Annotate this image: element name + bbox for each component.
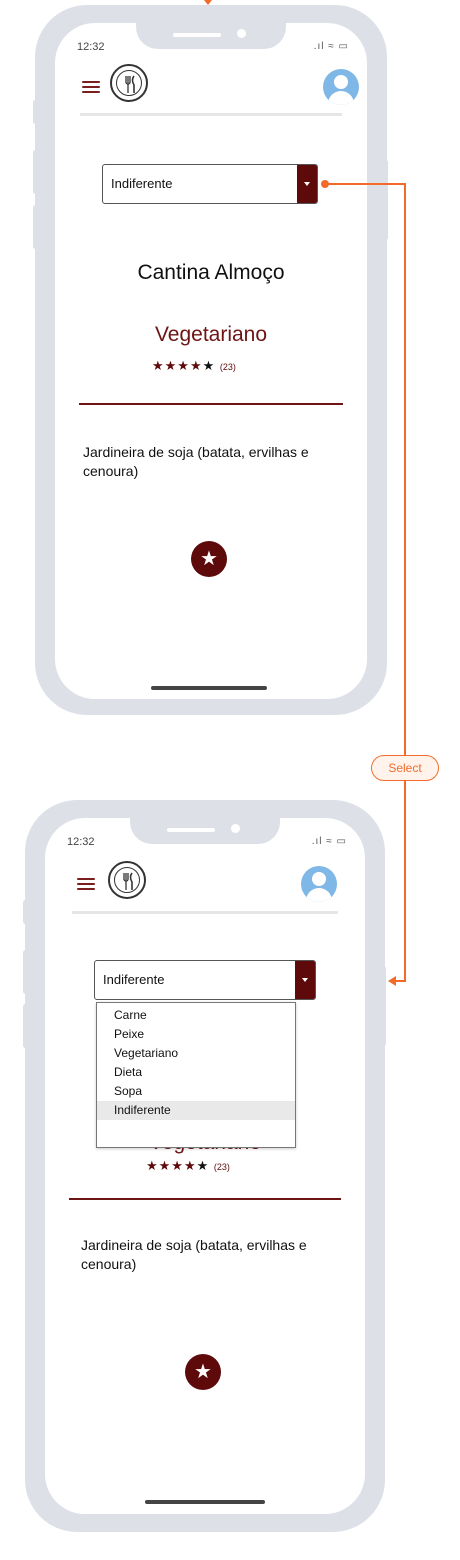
cutlery-icon bbox=[114, 867, 140, 893]
phone-screen-2: 12:32 .ıl ≈ ▭ Vegetariano ★★★★★ (23) Ind… bbox=[45, 818, 365, 1514]
dropdown-caret-icon[interactable] bbox=[295, 961, 315, 999]
home-indicator bbox=[151, 686, 267, 690]
favorite-star-icon[interactable]: ★ bbox=[185, 1354, 221, 1390]
meal-description: Jardineira de soja (batata, ervilhas e c… bbox=[83, 444, 309, 479]
rating-star-icon: ★ bbox=[196, 1158, 210, 1173]
speaker-grille bbox=[167, 828, 215, 832]
dropdown-option[interactable]: Dieta bbox=[97, 1063, 295, 1082]
cantina-logo bbox=[110, 64, 148, 102]
avatar-icon[interactable] bbox=[301, 866, 337, 902]
header-divider bbox=[72, 911, 338, 914]
rating-stars-icon: ★★★★ bbox=[152, 358, 203, 373]
phone-frame-1: 12:32 .ıl ≈ ▭ Indiferente Cantina Almoço… bbox=[35, 5, 387, 715]
flow-line bbox=[404, 781, 406, 981]
category-title: Vegetariano bbox=[154, 323, 268, 346]
rating-stars-icon: ★★★★ bbox=[146, 1158, 197, 1173]
flow-arrowhead bbox=[388, 976, 396, 986]
home-indicator bbox=[145, 1500, 265, 1504]
phone-notch bbox=[136, 23, 286, 49]
status-icons: .ıl ≈ ▭ bbox=[311, 836, 347, 847]
dropdown-option-selected[interactable]: Indiferente bbox=[97, 1101, 295, 1120]
section-divider bbox=[79, 403, 343, 405]
select-value: Indiferente bbox=[103, 972, 165, 987]
cutlery-icon bbox=[116, 70, 142, 96]
rating: ★★★★★ (23) bbox=[146, 1158, 230, 1174]
phone-notch bbox=[130, 818, 280, 844]
dropdown-caret-icon[interactable] bbox=[297, 165, 317, 203]
flow-line bbox=[395, 980, 406, 982]
status-time: 12:32 bbox=[77, 41, 105, 53]
flow-line bbox=[325, 183, 405, 185]
rating-count: (23) bbox=[219, 362, 236, 372]
category-options-list: Carne Peixe Vegetariano Dieta Sopa Indif… bbox=[96, 1002, 296, 1148]
rating-count: (23) bbox=[213, 1162, 230, 1172]
speaker-grille bbox=[173, 33, 221, 37]
front-camera bbox=[231, 824, 240, 833]
menu-icon[interactable] bbox=[77, 875, 95, 893]
category-select[interactable]: Indiferente bbox=[102, 164, 318, 204]
meal-description: Jardineira de soja (batata, ervilhas e c… bbox=[81, 1237, 307, 1272]
phone-frame-2: 12:32 .ıl ≈ ▭ Vegetariano ★★★★★ (23) Ind… bbox=[25, 800, 385, 1532]
flow-line bbox=[404, 183, 406, 756]
place-title: Cantina Almoço bbox=[137, 261, 285, 284]
dropdown-option[interactable]: Sopa bbox=[97, 1082, 295, 1101]
dropdown-option[interactable]: Carne bbox=[97, 1006, 295, 1025]
rating-star-icon: ★ bbox=[202, 358, 216, 373]
cantina-logo bbox=[108, 861, 146, 899]
flow-transition-label: Select bbox=[371, 755, 439, 781]
category-select[interactable]: Indiferente bbox=[94, 960, 316, 1000]
select-value: Indiferente bbox=[111, 176, 173, 191]
favorite-star-icon[interactable]: ★ bbox=[191, 541, 227, 577]
phone-screen-1: 12:32 .ıl ≈ ▭ Indiferente Cantina Almoço… bbox=[55, 23, 367, 699]
header-divider bbox=[80, 113, 342, 116]
status-time: 12:32 bbox=[67, 836, 95, 848]
dropdown-option[interactable]: Peixe bbox=[97, 1025, 295, 1044]
dropdown-option[interactable]: Vegetariano bbox=[97, 1044, 295, 1063]
menu-icon[interactable] bbox=[82, 78, 100, 96]
front-camera bbox=[237, 29, 246, 38]
rating: ★★★★★ (23) bbox=[152, 358, 236, 374]
avatar-icon[interactable] bbox=[323, 69, 359, 105]
section-divider bbox=[69, 1198, 341, 1200]
status-icons: .ıl ≈ ▭ bbox=[313, 41, 349, 52]
